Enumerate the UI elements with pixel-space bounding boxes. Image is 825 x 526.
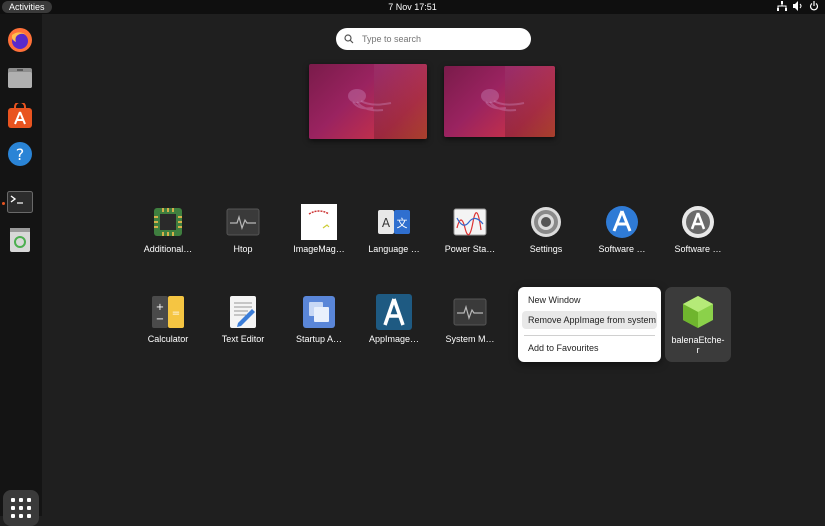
app-label: Text Editor xyxy=(221,334,265,344)
app-center-icon xyxy=(8,103,32,128)
app-label: Power Sta… xyxy=(444,244,496,254)
top-bar: Activities 7 Nov 17:51 xyxy=(0,0,825,14)
app-label: Additional… xyxy=(143,244,193,254)
svg-text:=: = xyxy=(172,308,180,319)
dock-terminal[interactable] xyxy=(6,188,34,216)
gear-icon xyxy=(531,207,561,237)
app-grid-icon xyxy=(11,498,31,518)
text-editor-icon xyxy=(230,296,256,328)
trash-icon xyxy=(10,228,30,252)
dock-firefox[interactable] xyxy=(6,26,34,54)
app-calculator[interactable]: + − = Calculator xyxy=(135,294,201,344)
terminal-icon xyxy=(7,191,33,213)
app-startup-applications[interactable]: Startup A… xyxy=(286,294,352,344)
svg-text:?: ? xyxy=(16,145,25,164)
power-icon[interactable] xyxy=(809,1,819,14)
menu-separator xyxy=(524,335,655,336)
monitor-wave-icon xyxy=(226,208,260,236)
svg-text:文: 文 xyxy=(397,216,408,230)
menu-add-favourites[interactable]: Add to Favourites xyxy=(522,339,657,357)
volume-icon[interactable] xyxy=(793,1,803,14)
dock-files[interactable] xyxy=(6,64,34,92)
system-monitor-icon xyxy=(453,298,487,326)
app-label: ImageMag… xyxy=(293,244,345,254)
svg-text:−: − xyxy=(156,314,164,325)
app-imagemagick[interactable]: ImageMag… xyxy=(286,204,352,254)
etcher-icon xyxy=(680,294,716,330)
search-icon xyxy=(344,34,354,44)
dock-trash[interactable] xyxy=(6,226,34,254)
app-label: Language … xyxy=(368,244,420,254)
network-icon[interactable] xyxy=(777,1,787,14)
app-htop[interactable]: Htop xyxy=(210,204,276,254)
clock[interactable]: 7 Nov 17:51 xyxy=(0,1,825,13)
software-updater-icon xyxy=(606,206,638,238)
startup-apps-icon xyxy=(303,296,335,328)
appimagelauncher-icon xyxy=(376,294,412,330)
firefox-icon xyxy=(8,28,32,52)
app-label: Software … xyxy=(674,244,722,254)
help-icon: ? xyxy=(8,142,32,166)
dock: ? xyxy=(0,14,42,526)
app-appimagelauncher[interactable]: AppImage… xyxy=(361,294,427,344)
app-label-wrap: r xyxy=(696,345,700,355)
app-settings[interactable]: Settings xyxy=(513,204,579,254)
app-text-editor[interactable]: Text Editor xyxy=(210,294,276,344)
software-properties-icon xyxy=(682,206,714,238)
chip-icon xyxy=(154,208,182,236)
dock-app-center[interactable] xyxy=(6,102,34,130)
jellyfish-wallpaper xyxy=(481,89,525,112)
folder-icon xyxy=(8,68,32,88)
show-apps-button[interactable] xyxy=(3,490,39,526)
app-label: Software … xyxy=(598,244,646,254)
power-stats-icon xyxy=(453,208,487,236)
menu-new-window[interactable]: New Window xyxy=(522,291,657,309)
svg-text:A: A xyxy=(382,216,391,230)
app-label: Settings xyxy=(529,244,563,254)
language-icon: A 文 xyxy=(378,210,410,234)
workspace-thumbnail-1[interactable] xyxy=(309,64,427,139)
search-input[interactable] xyxy=(360,33,524,45)
app-software-properties[interactable]: Software … xyxy=(665,204,731,254)
svg-text:+: + xyxy=(156,302,164,313)
app-label: Startup A… xyxy=(295,334,343,344)
calculator-icon: + − = xyxy=(152,296,184,328)
app-power-statistics[interactable]: Power Sta… xyxy=(437,204,503,254)
running-indicator xyxy=(2,202,5,205)
search-bar[interactable] xyxy=(336,28,531,50)
jellyfish-wallpaper xyxy=(348,89,392,112)
app-label: Calculator xyxy=(147,334,189,344)
app-label: System M… xyxy=(445,334,495,344)
workspace-thumbnail-2[interactable] xyxy=(444,66,555,137)
menu-remove-appimage[interactable]: Remove AppImage from system xyxy=(522,311,657,329)
app-label: AppImage… xyxy=(368,334,420,344)
app-balena-etcher[interactable]: balenaEtche- r xyxy=(665,287,731,362)
system-tray[interactable] xyxy=(777,1,819,14)
app-label: Htop xyxy=(233,244,253,254)
context-menu: New Window Remove AppImage from system A… xyxy=(518,287,661,362)
imagemagick-icon xyxy=(301,204,337,240)
app-additional-drivers[interactable]: Additional… xyxy=(135,204,201,254)
app-label: balenaEtche- xyxy=(671,335,725,345)
app-software-updater[interactable]: Software … xyxy=(589,204,655,254)
app-language-support[interactable]: A 文 Language … xyxy=(361,204,427,254)
dock-help[interactable]: ? xyxy=(6,140,34,168)
app-system-monitor[interactable]: System M… xyxy=(437,294,503,344)
